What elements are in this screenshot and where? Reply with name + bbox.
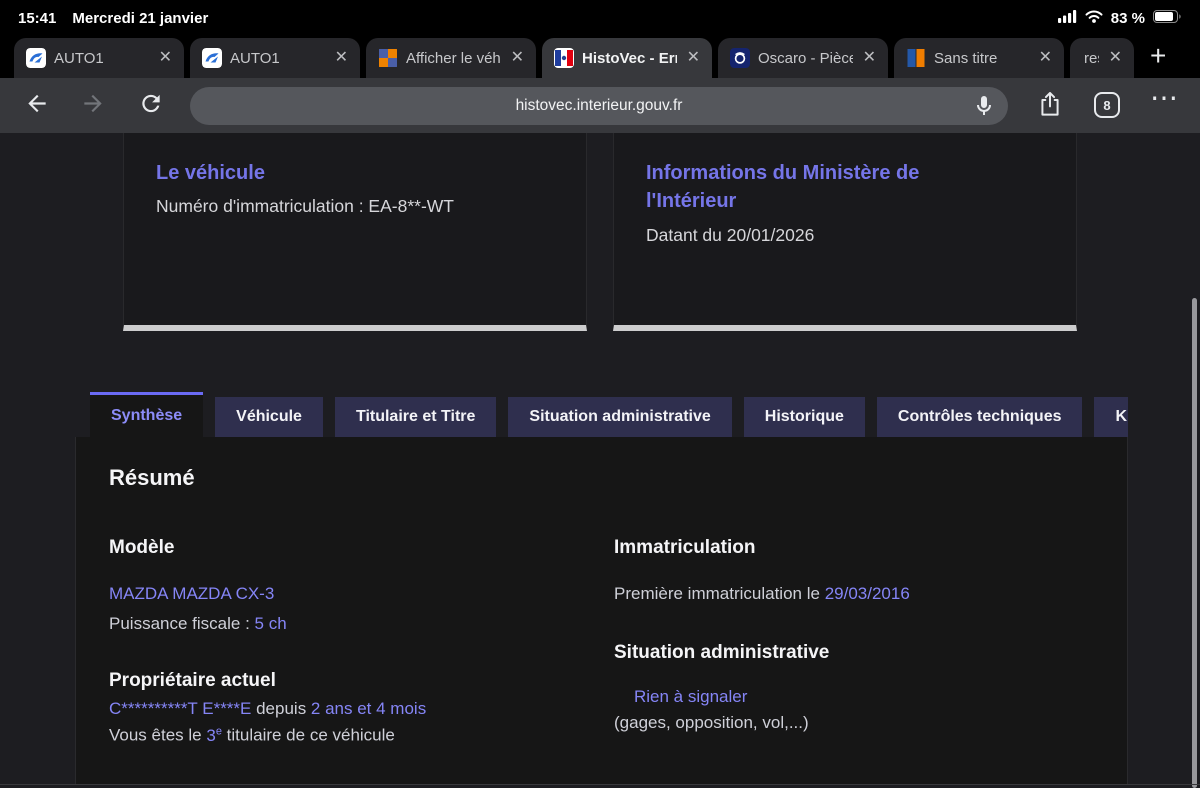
close-tab-icon[interactable]: ✕ [1107,48,1124,68]
vehicle-card: Le véhicule Numéro d'immatriculation : E… [123,133,587,331]
ministry-card-title: Informations du Ministère de l'Intérieur [646,159,976,216]
histovec-tab-bar: Synthèse Véhicule Titulaire et Titre Sit… [90,392,1128,437]
browser-tab-title: HistoVec - Erre [582,50,677,67]
browser-tab-oscaro[interactable]: Oscaro - Pièces ✕ [718,38,888,78]
address-bar[interactable]: histovec.interieur.gouv.fr [190,87,1008,125]
tab-synthese[interactable]: Synthèse [90,392,203,437]
url-text: histovec.interieur.gouv.fr [516,97,683,115]
owner-rank-line: Vous êtes le 3e titulaire de ce véhicule [109,725,395,746]
rank-suffix: titulaire de ce véhicule [222,726,395,745]
browser-tab-title: Sans titre [934,50,1029,67]
close-tab-icon[interactable]: ✕ [861,48,878,68]
close-tab-icon[interactable]: ✕ [1037,48,1054,68]
battery-icon [1153,10,1182,27]
tab-switcher-button[interactable]: 8 [1094,92,1120,118]
ministry-card-body: Datant du 20/01/2026 [646,225,1044,246]
registration-label: Première immatriculation le [614,584,825,603]
france-flag-favicon-icon [554,48,574,68]
browser-tab-auto1-1[interactable]: AUTO1 ✕ [14,38,184,78]
model-name: MAZDA MAZDA CX-3 [109,584,274,604]
tab-vehicule[interactable]: Véhicule [215,397,323,437]
owner-masked-name: C**********T E****E [109,699,251,718]
situation-status: Rien à signaler [634,687,747,707]
situation-heading: Situation administrative [614,642,829,664]
close-tab-icon[interactable]: ✕ [333,48,350,68]
auto1-favicon-icon [202,48,222,68]
browser-nav-bar: histovec.interieur.gouv.fr 8 ⋯ [0,78,1200,133]
wifi-icon [1085,10,1103,27]
web-content: Le véhicule Numéro d'immatriculation : E… [0,133,1200,788]
checker-favicon-icon [378,48,398,68]
rank-prefix: Vous êtes le [109,726,206,745]
tab-historique[interactable]: Historique [744,397,865,437]
auto1-favicon-icon [26,48,46,68]
oscaro-favicon-icon [730,48,750,68]
close-tab-icon[interactable]: ✕ [157,48,174,68]
new-tab-button[interactable]: + [1150,42,1166,70]
browser-tab-sans-titre[interactable]: Sans titre ✕ [894,38,1064,78]
owner-duration: 2 ans et 4 mois [311,699,426,718]
ipad-screen: 15:41 Mercredi 21 janvier 83 % AUTO1 ✕ A… [0,0,1200,788]
reload-icon[interactable] [138,90,164,121]
fiscal-power-label: Puissance fiscale : [109,614,255,633]
browser-tab-strip: AUTO1 ✕ AUTO1 ✕ Afficher le véhi ✕ Histo… [0,36,1200,78]
registration-line: Première immatriculation le 29/03/2016 [614,584,910,604]
browser-tab-title: AUTO1 [54,50,149,67]
fiscal-power-value: 5 ch [255,614,287,633]
date: Mercredi 21 janvier [72,10,208,27]
content-divider [0,784,1200,785]
vehicle-card-title: Le véhicule [156,159,554,187]
browser-tab-auto1-2[interactable]: AUTO1 ✕ [190,38,360,78]
cellular-signal-icon [1058,10,1077,27]
resume-title: Résumé [109,465,195,491]
scrollbar-thumb[interactable] [1192,298,1197,788]
browser-tab-title: Afficher le véhi [406,50,501,67]
bars-favicon-icon [906,48,926,68]
owner-separator: depuis [251,699,311,718]
clock: 15:41 [18,10,56,27]
model-heading: Modèle [109,537,174,559]
vehicle-card-body: Numéro d'immatriculation : EA-8**-WT [156,196,554,217]
situation-detail: (gages, opposition, vol,...) [614,713,809,733]
browser-tab-histovec[interactable]: HistoVec - Erre ✕ [542,38,712,78]
status-bar: 15:41 Mercredi 21 janvier 83 % [0,0,1200,36]
rank-value: 3e [206,726,222,745]
browser-tab-title: AUTO1 [230,50,325,67]
browser-tab-title: Oscaro - Pièces [758,50,853,67]
registration-heading: Immatriculation [614,537,755,559]
close-tab-icon[interactable]: ✕ [685,48,702,68]
fiscal-power-line: Puissance fiscale : 5 ch [109,614,287,634]
back-icon[interactable] [24,90,50,121]
synthese-panel: Résumé Modèle MAZDA MAZDA CX-3 Puissance… [75,437,1128,785]
share-icon[interactable] [1036,89,1064,122]
browser-tab-afficher-vehicule[interactable]: Afficher le véhi ✕ [366,38,536,78]
battery-percent: 83 % [1111,10,1145,27]
tab-titulaire-et-titre[interactable]: Titulaire et Titre [335,397,496,437]
more-menu-icon[interactable]: ⋯ [1150,81,1179,114]
browser-tab-title: res [1084,50,1099,67]
tab-controles-techniques[interactable]: Contrôles techniques [877,397,1083,437]
owner-heading: Propriétaire actuel [109,670,276,692]
tab-situation-administrative[interactable]: Situation administrative [508,397,731,437]
registration-date: 29/03/2016 [825,584,910,603]
owner-line: C**********T E****E depuis 2 ans et 4 mo… [109,699,426,719]
browser-tab-partial[interactable]: res ✕ [1070,38,1134,78]
close-tab-icon[interactable]: ✕ [509,48,526,68]
ministry-card: Informations du Ministère de l'Intérieur… [613,133,1077,331]
forward-icon[interactable] [80,90,106,121]
microphone-icon[interactable] [972,94,996,123]
tab-kilometrage[interactable]: Kil [1094,397,1128,437]
